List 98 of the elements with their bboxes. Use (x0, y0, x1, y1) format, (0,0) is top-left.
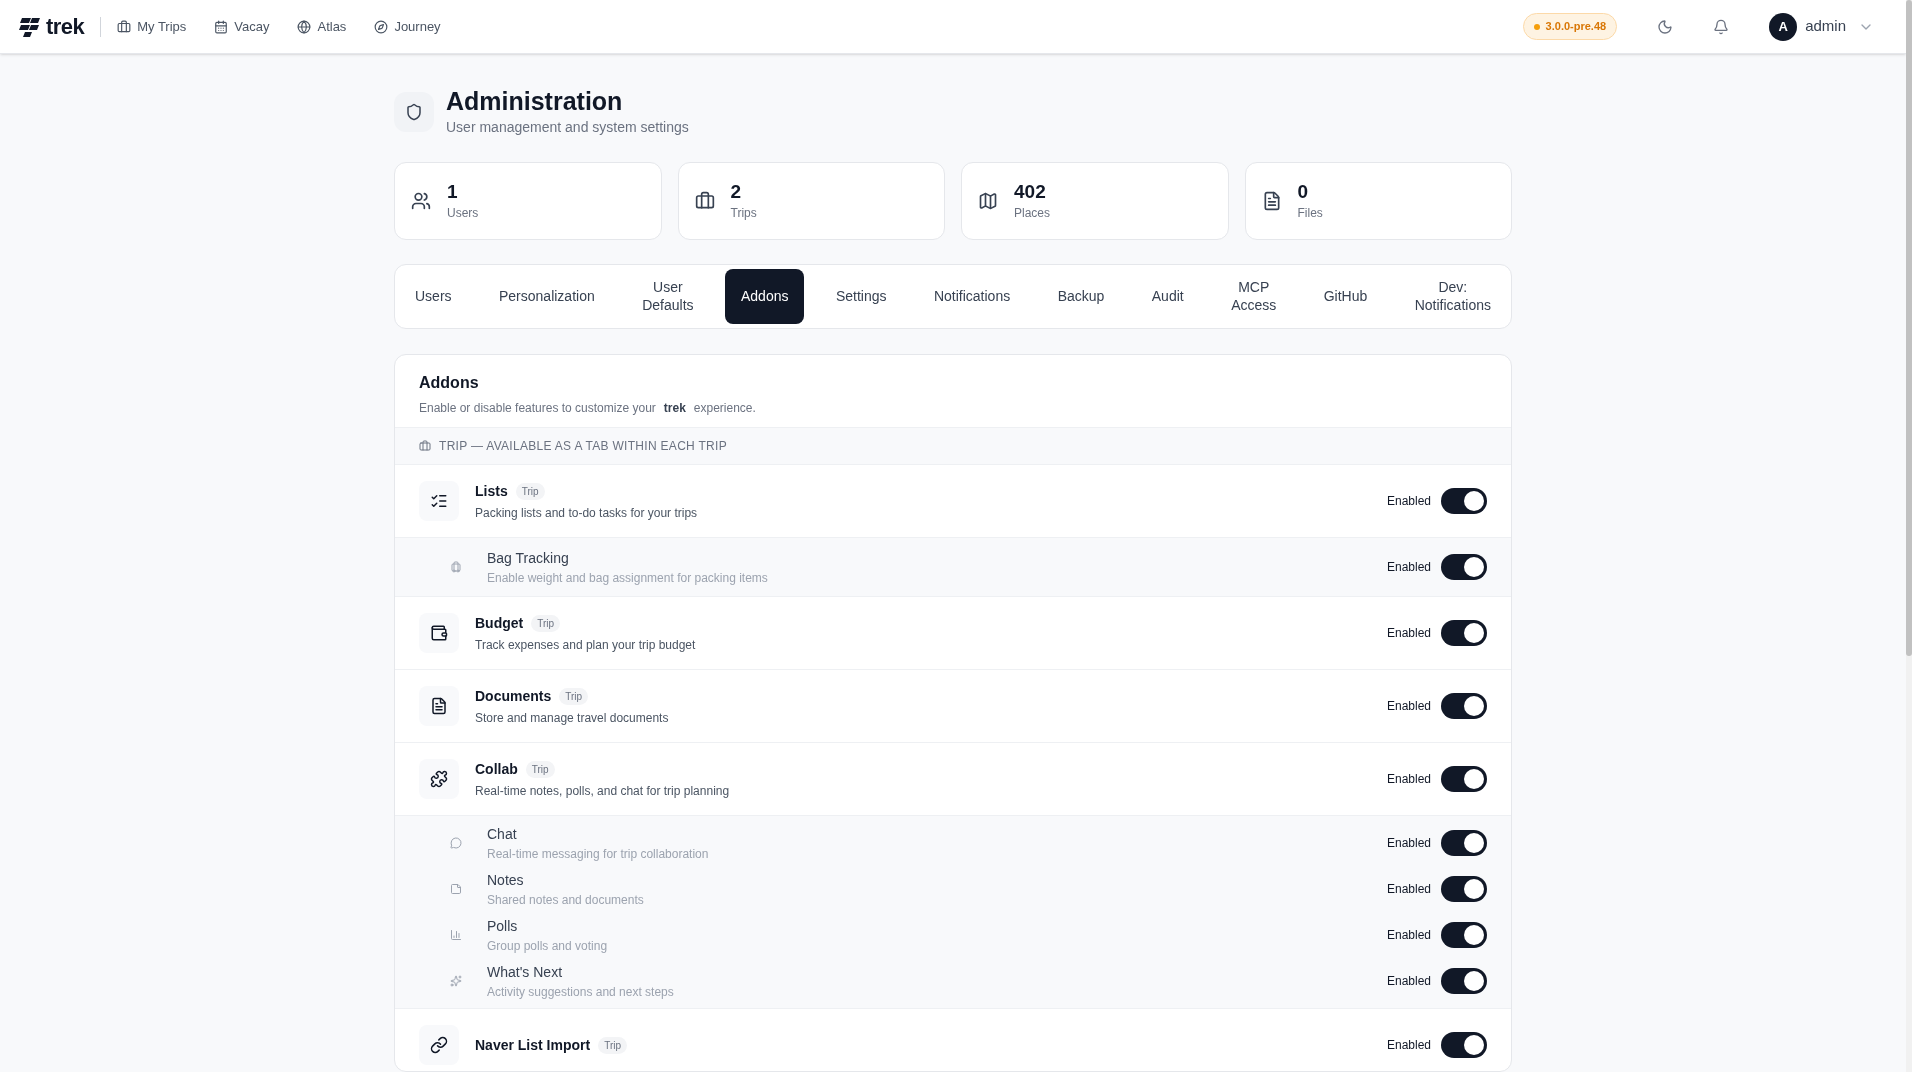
sub-addon-description: Activity suggestions and next steps (487, 983, 675, 1001)
tab[interactable]: Backup (1041, 269, 1121, 325)
status-label: Enabled (1386, 881, 1431, 899)
brand-name: trek (663, 400, 686, 418)
panel-title: Addons (419, 373, 480, 394)
addon-name: Collab (475, 759, 518, 779)
sub-addon-name: Notes (487, 870, 525, 890)
nav-link[interactable]: Vacay (214, 16, 270, 37)
bar-chart-icon (450, 929, 462, 942)
briefcase-icon (419, 440, 431, 453)
status-label: Enabled (1386, 835, 1431, 853)
toggle-switch[interactable] (1441, 1032, 1487, 1059)
addon-name: Budget (475, 613, 524, 633)
status-label: Enabled (1386, 927, 1431, 945)
addon-tag: Trip (515, 482, 545, 500)
stat-value: 0 (1297, 180, 1310, 205)
brand-name[interactable]: trek (46, 10, 85, 43)
addon-description: Packing lists and to-do tasks for your trips (475, 504, 699, 522)
addon-name: Naver List Import (475, 1035, 591, 1055)
status-label: Enabled (1386, 493, 1431, 511)
toggle-switch[interactable] (1441, 488, 1487, 515)
tab[interactable]: Users (399, 269, 468, 325)
panel-description: experience. (693, 400, 756, 418)
puzzle-icon (430, 770, 448, 789)
stat-label: Files (1297, 205, 1323, 223)
addon-tag: Trip (531, 614, 561, 632)
toggle-switch[interactable] (1441, 922, 1487, 949)
toggle-switch[interactable] (1441, 830, 1487, 857)
addon-tag: Trip (598, 1036, 627, 1054)
addon-description: Store and manage travel documents (475, 709, 670, 727)
version-badge: 3.0.0-pre.48 (1522, 13, 1618, 40)
nav-link[interactable]: My Trips (117, 16, 187, 37)
globe-icon (297, 19, 312, 34)
status-label: Enabled (1386, 559, 1431, 577)
tab[interactable]: GitHub (1307, 269, 1384, 325)
addon-tag: Trip (559, 687, 589, 705)
addon-name: Documents (475, 686, 552, 706)
section-title: TRIP — AVAILABLE AS A TAB WITHIN EACH TRIP (439, 438, 728, 456)
status-label: Enabled (1386, 1037, 1431, 1055)
toggle-switch[interactable] (1441, 620, 1487, 647)
tab[interactable]: Personalization (483, 269, 611, 325)
sub-addon-description: Group polls and voting (487, 937, 609, 955)
tab[interactable]: MCP Access (1215, 269, 1293, 325)
users-icon (411, 191, 431, 212)
addon-name: Lists (475, 481, 508, 501)
status-label: Enabled (1386, 698, 1431, 716)
wallet-icon (430, 624, 448, 643)
tab[interactable]: Addons (724, 269, 805, 325)
sub-addon-description: Enable weight and bag assignment for packing items (487, 569, 769, 587)
tab[interactable]: Notifications (917, 269, 1027, 325)
bell-icon (1713, 18, 1730, 35)
addon-description: Real-time notes, polls, and chat for trip planning (475, 782, 731, 800)
sub-addon-name: Bag Tracking (487, 548, 570, 568)
sub-addon-description: Shared notes and documents (487, 891, 645, 909)
status-label: Enabled (1386, 771, 1431, 789)
tab[interactable]: Settings (819, 269, 903, 325)
calendar-icon (214, 19, 229, 34)
addon-tag: Trip (525, 760, 555, 778)
page-subtitle: User management and system settings (446, 118, 689, 138)
document-icon (430, 697, 448, 716)
status-label: Enabled (1386, 625, 1431, 643)
chat-bubble-icon (450, 837, 462, 850)
link-icon (430, 1036, 448, 1055)
toggle-switch[interactable] (1441, 554, 1487, 581)
toggle-switch[interactable] (1441, 968, 1487, 995)
stat-value: 402 (1014, 180, 1047, 205)
nav-link[interactable]: Journey (374, 16, 441, 37)
user-menu[interactable]: A admin (1769, 12, 1874, 41)
briefcase-icon (694, 191, 715, 212)
map-icon (978, 191, 998, 212)
stat-value: 1 (447, 180, 459, 205)
stat-label: Trips (730, 205, 757, 223)
stat-label: Users (447, 205, 479, 223)
sub-addon-name: Chat (487, 824, 518, 844)
compass-icon (374, 19, 389, 34)
page-title: Administration (446, 86, 624, 117)
toggle-switch[interactable] (1441, 876, 1487, 903)
sparkles-icon (450, 975, 462, 988)
status-label: Enabled (1386, 973, 1431, 991)
sub-addon-name: Polls (487, 916, 519, 936)
sub-addon-name: What's Next (487, 962, 564, 982)
scrollbar[interactable] (1906, 0, 1912, 1072)
addon-description: Track expenses and plan your trip budget (475, 636, 697, 654)
toggle-switch[interactable] (1441, 693, 1487, 720)
panel-description: Enable or disable features to customize your (419, 400, 656, 418)
sub-addon-description: Real-time messaging for trip collaboration (487, 845, 710, 863)
moon-icon (1657, 18, 1674, 35)
nav-link[interactable]: Atlas (297, 16, 347, 37)
tab[interactable]: Dev: Notifications (1398, 269, 1507, 325)
tab[interactable]: Audit (1135, 269, 1200, 325)
tab[interactable]: User Defaults (626, 269, 710, 325)
shield-icon (405, 103, 423, 122)
stat-label: Places (1014, 205, 1051, 223)
briefcase-icon (117, 19, 132, 34)
note-icon (450, 883, 462, 896)
stat-value: 2 (730, 180, 743, 205)
toggle-switch[interactable] (1441, 766, 1487, 793)
luggage-icon (450, 561, 462, 574)
